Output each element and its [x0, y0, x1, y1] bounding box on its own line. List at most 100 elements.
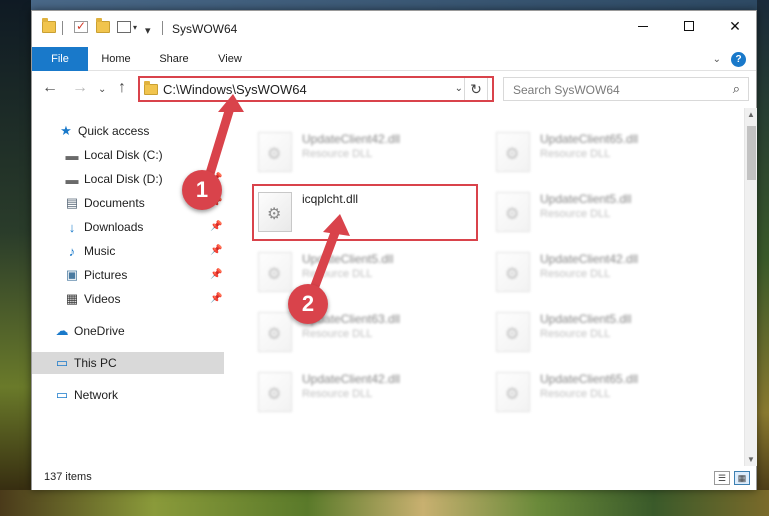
- sidebar-item[interactable]: ★ Quick access: [32, 120, 224, 142]
- dll-file-icon: [258, 132, 292, 172]
- file-item[interactable]: UpdateClient65.dll Resource DLL: [490, 124, 720, 176]
- file-type: Resource DLL: [540, 148, 611, 160]
- sidebar-item-label: Local Disk (D:): [84, 172, 163, 186]
- file-item[interactable]: UpdateClient42.dll Resource DLL: [252, 124, 482, 176]
- customize-icon[interactable]: [117, 21, 131, 33]
- tab-file[interactable]: File: [32, 47, 88, 71]
- address-bar[interactable]: C:\Windows\SysWOW64 ⌄: [138, 77, 494, 101]
- sidebar-item[interactable]: ▣ Pictures 📌: [32, 264, 224, 286]
- help-icon[interactable]: ?: [731, 51, 746, 67]
- properties-check-icon[interactable]: [74, 19, 88, 33]
- sidebar-item[interactable]: ↓ Downloads 📌: [32, 216, 224, 238]
- network-icon: ▭: [55, 387, 69, 402]
- maximize-button[interactable]: [666, 11, 712, 41]
- file-item[interactable]: UpdateClient5.dll Resource DLL: [490, 184, 720, 236]
- quick-access-separator: [62, 21, 63, 35]
- tab-home[interactable]: Home: [94, 47, 138, 71]
- file-name: UpdateClient42.dll: [302, 132, 401, 146]
- sidebar-item[interactable]: ☁ OneDrive: [32, 320, 224, 342]
- scroll-up-icon[interactable]: ▲: [747, 110, 755, 119]
- maximize-icon: [684, 21, 694, 31]
- recent-locations-button[interactable]: ⌄: [98, 82, 106, 98]
- dll-file-icon: [258, 312, 292, 352]
- file-item[interactable]: UpdateClient65.dll Resource DLL: [490, 364, 720, 416]
- file-item[interactable]: UpdateClient5.dll Resource DLL: [252, 244, 482, 296]
- sidebar-item-label: This PC: [74, 356, 117, 370]
- large-icons-view-button[interactable]: ▦: [734, 471, 750, 485]
- file-item[interactable]: UpdateClient42.dll Resource DLL: [490, 244, 720, 296]
- item-count: 137 items: [44, 471, 92, 483]
- tab-share[interactable]: Share: [152, 47, 196, 71]
- dll-file-icon: [258, 252, 292, 292]
- computer-icon: ▭: [55, 355, 69, 370]
- quick-access-dropdown-icon[interactable]: ▾: [133, 23, 137, 32]
- file-item[interactable]: UpdateClient63.dllResource DLL: [252, 304, 482, 356]
- file-type: Resource DLL: [540, 268, 611, 280]
- navigation-pane: ★ Quick access ▬ Local Disk (C:) ▬ Local Disk…: [32, 108, 232, 463]
- dll-file-icon: [258, 372, 292, 412]
- pictures-icon: ▣: [65, 267, 79, 282]
- sidebar-item[interactable]: ▭ Network: [32, 384, 224, 406]
- ribbon-controls: ⌄ ?: [713, 47, 756, 71]
- step-1-badge: 1: [182, 170, 222, 210]
- file-type: Resource DLL: [540, 328, 611, 340]
- search-input[interactable]: Search SysWOW64: [513, 83, 620, 97]
- minimize-icon: [638, 25, 648, 27]
- address-dropdown-icon[interactable]: ⌄: [455, 83, 463, 94]
- dll-file-icon: [496, 192, 530, 232]
- sidebar-item-label: OneDrive: [74, 324, 125, 338]
- vertical-scrollbar[interactable]: ▲ ▼: [744, 108, 757, 466]
- search-box[interactable]: Search SysWOW64 ⌕: [503, 77, 749, 101]
- pin-icon: 📌: [210, 269, 223, 280]
- file-name: UpdateClient42.dll: [302, 372, 401, 386]
- videos-icon: ▦: [65, 291, 79, 306]
- navigation-bar: ← → ⌄ ↑ C:\Windows\SysWOW64 ⌄ ↻ Search S…: [32, 72, 756, 106]
- expand-ribbon-icon[interactable]: ⌄: [713, 54, 721, 65]
- back-button[interactable]: ←: [42, 80, 58, 96]
- sidebar-item[interactable]: ♪ Music 📌: [32, 240, 224, 262]
- ribbon: File Home Share View ⌄ ?: [32, 47, 756, 71]
- dll-file-icon: [496, 132, 530, 172]
- sidebar-item-label: Local Disk (C:): [84, 148, 163, 162]
- drive-icon: ▬: [65, 147, 79, 163]
- minimize-button[interactable]: [620, 11, 666, 41]
- scroll-down-icon[interactable]: ▼: [747, 455, 755, 464]
- download-icon: ↓: [68, 219, 76, 235]
- file-item[interactable]: UpdateClient5.dll Resource DLL: [490, 304, 720, 356]
- close-icon: ✕: [729, 17, 741, 34]
- sidebar-item[interactable]: ▦ Videos 📌: [32, 288, 224, 310]
- view-buttons: ☰ ▦: [714, 471, 750, 485]
- quick-access-menu-icon[interactable]: ▾: [145, 24, 151, 37]
- refresh-icon: ↻: [470, 80, 482, 97]
- file-name: UpdateClient5.dll: [540, 192, 632, 206]
- sidebar-item-label: Downloads: [84, 220, 144, 234]
- file-item-selected[interactable]: icqplcht.dll: [252, 184, 482, 236]
- search-icon[interactable]: ⌕: [733, 81, 740, 97]
- file-item[interactable]: UpdateClient42.dll Resource DLL: [252, 364, 482, 416]
- forward-button[interactable]: →: [72, 80, 88, 96]
- address-path[interactable]: C:\Windows\SysWOW64: [163, 82, 307, 97]
- refresh-button[interactable]: ↻: [464, 77, 488, 101]
- scrollbar-thumb[interactable]: [747, 126, 756, 180]
- close-button[interactable]: ✕: [712, 11, 758, 41]
- address-folder-icon: [144, 81, 158, 95]
- sidebar-item-label: Documents: [84, 196, 145, 210]
- sidebar-item[interactable]: ▭ This PC: [32, 352, 224, 374]
- step-2-badge: 2: [288, 284, 328, 324]
- star-icon: ★: [60, 123, 72, 138]
- file-name: UpdateClient5.dll: [302, 252, 394, 266]
- file-name: UpdateClient65.dll: [540, 132, 639, 146]
- sidebar-item-label: Music: [84, 244, 116, 258]
- up-button[interactable]: ↑: [118, 80, 126, 96]
- file-type: Resource DLL: [302, 388, 373, 400]
- new-folder-icon[interactable]: [96, 18, 110, 33]
- pin-icon: 📌: [210, 293, 223, 304]
- file-type: Resource DLL: [540, 388, 611, 400]
- pin-icon: 📌: [210, 245, 223, 256]
- dll-file-icon: [496, 252, 530, 292]
- sidebar-item[interactable]: ▬ Local Disk (C:): [32, 144, 224, 166]
- details-view-button[interactable]: ☰: [714, 471, 730, 485]
- title-separator: [162, 21, 163, 35]
- desktop-background-left: [0, 0, 31, 516]
- tab-view[interactable]: View: [208, 47, 252, 71]
